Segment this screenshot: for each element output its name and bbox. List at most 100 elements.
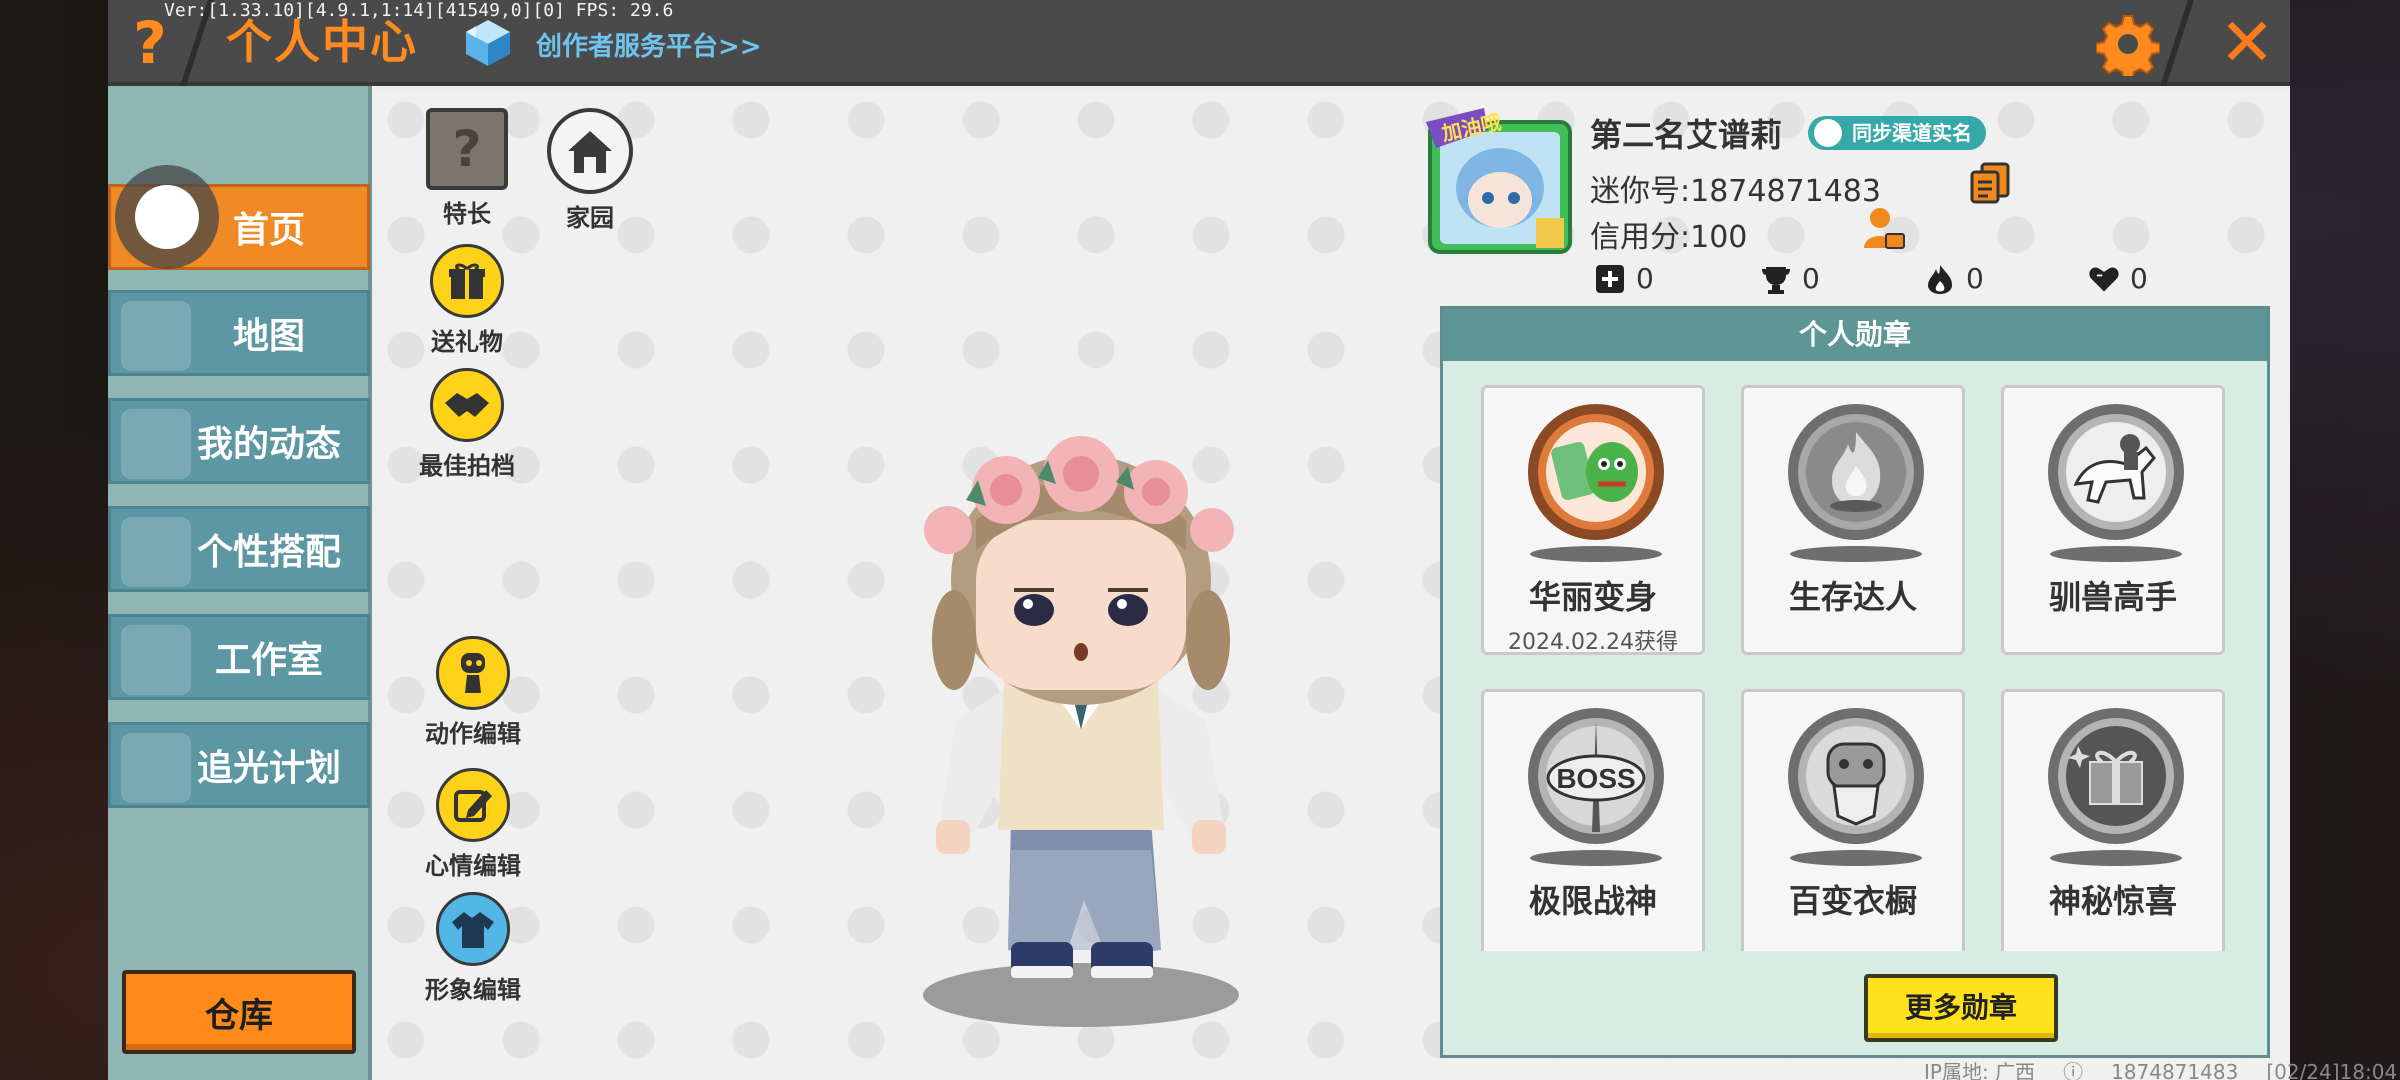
- action-edit-label: 动作编辑: [425, 720, 521, 748]
- sidebar-item-my-feed[interactable]: 我的动态: [108, 398, 370, 484]
- medal-name: 极限战神: [1528, 882, 1657, 920]
- fire-icon: [1928, 264, 1952, 294]
- credit-score: 信用分:100: [1590, 220, 1748, 255]
- footer-uid: 1874871483: [2111, 1060, 2239, 1080]
- shirt-icon: [436, 892, 510, 966]
- send-gift-button[interactable]: 送礼物: [420, 244, 514, 357]
- specialty-label: 特长: [443, 200, 491, 228]
- sidebar-item-studio[interactable]: 工作室: [108, 614, 370, 700]
- settings-gear-icon[interactable]: [2096, 12, 2160, 76]
- medal-shadow: [1790, 546, 1922, 562]
- sidebar-item-label: 地图: [232, 316, 305, 357]
- action-edit-button[interactable]: 动作编辑: [414, 636, 532, 749]
- plus-icon: [1596, 264, 1624, 293]
- sidebar-item-chase-light[interactable]: 追光计划: [108, 722, 370, 808]
- medal-shadow: [1790, 850, 1922, 866]
- best-partner-button[interactable]: 最佳拍档: [414, 368, 520, 481]
- medal-card[interactable]: BOSS 极限战神: [1481, 689, 1705, 951]
- medal-card[interactable]: 生存达人: [1741, 385, 1965, 655]
- mood-edit-button[interactable]: 心情编辑: [414, 768, 532, 881]
- wardrobe-bear-medal-icon: [1788, 708, 1924, 844]
- sidebar-item-outfit[interactable]: 个性搭配: [108, 506, 370, 592]
- personal-center-panel: ? 个人中心 创作者服务平台>> ✕ 首页 地图 我的动态 个性搭配 工作室 追…: [108, 0, 2290, 1080]
- stat-trophy[interactable]: 0: [1760, 262, 1820, 295]
- robot-pose-icon: [436, 636, 510, 710]
- touch-indicator: [115, 165, 219, 269]
- footer-status: IP属地: 广西 ⓘ 1874871483 [02/24]18:04 0: [1924, 1056, 2400, 1080]
- creator-platform-link[interactable]: 创作者服务平台>>: [536, 26, 762, 63]
- medal-shadow: [1530, 850, 1662, 866]
- homeland-button[interactable]: 家园: [538, 108, 642, 233]
- debug-overlay: Ver:[1.33.10][4.9.1,1:14][41549,0][0] FP…: [164, 0, 674, 21]
- plan-icon: [121, 733, 191, 803]
- stat-hearts[interactable]: 0: [2088, 262, 2148, 295]
- medal-panel-title: 个人勋章: [1443, 309, 2267, 361]
- stat-likes[interactable]: 0: [1594, 262, 1654, 295]
- mystery-gift-medal-icon: [2048, 708, 2184, 844]
- stat-fire[interactable]: 0: [1924, 262, 1984, 295]
- player-avatar[interactable]: [916, 430, 1246, 1030]
- medal-card[interactable]: 华丽变身 2024.02.24获得: [1481, 385, 1705, 655]
- medal-date: 2024.02.24获得: [1508, 630, 1678, 655]
- info-icon[interactable]: ⓘ: [2063, 1060, 2083, 1080]
- map-icon: [121, 301, 191, 371]
- close-button[interactable]: ✕: [2212, 4, 2282, 82]
- sidebar-item-map[interactable]: 地图: [108, 290, 370, 376]
- cube-icon[interactable]: [464, 18, 512, 68]
- sidebar-item-label: 追光计划: [196, 748, 341, 789]
- ip-location: IP属地: 广西: [1924, 1060, 2036, 1080]
- medal-card[interactable]: 神秘惊喜: [2001, 689, 2225, 951]
- horse-rider-medal-icon: [2048, 404, 2184, 540]
- stat-value: 0: [1802, 262, 1820, 295]
- homeland-label: 家园: [566, 204, 614, 232]
- header-divider: [2160, 0, 2194, 86]
- username: 第二名艾谱莉: [1590, 116, 1783, 154]
- look-edit-button[interactable]: 形象编辑: [414, 892, 532, 1005]
- boss-medal-icon: BOSS: [1528, 708, 1664, 844]
- medal-name: 百变衣橱: [1788, 882, 1917, 920]
- house-icon: [547, 108, 633, 194]
- medal-shadow: [1530, 546, 1662, 562]
- medal-name: 生存达人: [1788, 578, 1917, 616]
- heart-icon: [2089, 267, 2119, 291]
- copy-icon[interactable]: [1970, 162, 2010, 204]
- medal-name: 神秘惊喜: [2048, 882, 2177, 920]
- sync-realname-label: 同步渠道实名: [1852, 121, 1972, 145]
- medal-name: 华丽变身: [1528, 578, 1657, 616]
- trophy-icon: [1762, 266, 1790, 294]
- mini-id: 迷你号:1874871483: [1590, 174, 1881, 209]
- look-edit-label: 形象编辑: [425, 976, 521, 1004]
- profile-avatar[interactable]: 加油哦: [1426, 108, 1576, 256]
- stat-value: 0: [1966, 262, 1984, 295]
- warehouse-button[interactable]: 仓库: [122, 970, 356, 1054]
- edit-pencil-icon: [436, 768, 510, 842]
- medal-card[interactable]: 驯兽高手: [2001, 385, 2225, 655]
- dinosaur-medal-icon: [1528, 404, 1664, 540]
- more-medals-button[interactable]: 更多勋章: [1864, 974, 2058, 1042]
- sidebar-item-label: 个性搭配: [196, 532, 341, 573]
- medal-shadow: [2050, 850, 2182, 866]
- sidebar-item-label: 首页: [232, 210, 305, 251]
- handshake-icon: [430, 368, 504, 442]
- tree-icon: [121, 625, 191, 695]
- gift-icon: [430, 244, 504, 318]
- medal-panel: 个人勋章 华丽变身 2024.02.24获得 生存达人 驯兽高手 BOSS 极限…: [1440, 306, 2270, 1058]
- sidebar-item-label: 工作室: [214, 640, 323, 681]
- svg-text:BOSS: BOSS: [1556, 763, 1635, 794]
- sync-realname-badge[interactable]: 同步渠道实名: [1808, 116, 1986, 150]
- specialty-button[interactable]: ? 特长: [414, 108, 520, 229]
- best-partner-label: 最佳拍档: [419, 452, 515, 480]
- send-gift-label: 送礼物: [431, 328, 503, 356]
- medal-name: 驯兽高手: [2048, 578, 2177, 616]
- person-icon: [1814, 119, 1842, 147]
- medal-card[interactable]: 百变衣橱: [1741, 689, 1965, 951]
- sidebar-item-label: 我的动态: [196, 424, 341, 465]
- mood-edit-label: 心情编辑: [425, 852, 521, 880]
- stat-value: 0: [1636, 262, 1654, 295]
- footer-timestamp: [02/24]18:04 0: [2266, 1060, 2400, 1080]
- medal-shadow: [2050, 546, 2182, 562]
- bell-icon: [121, 409, 191, 479]
- flame-medal-icon: [1788, 404, 1924, 540]
- outfit-icon: [121, 517, 191, 587]
- credit-person-icon[interactable]: [1862, 206, 1906, 252]
